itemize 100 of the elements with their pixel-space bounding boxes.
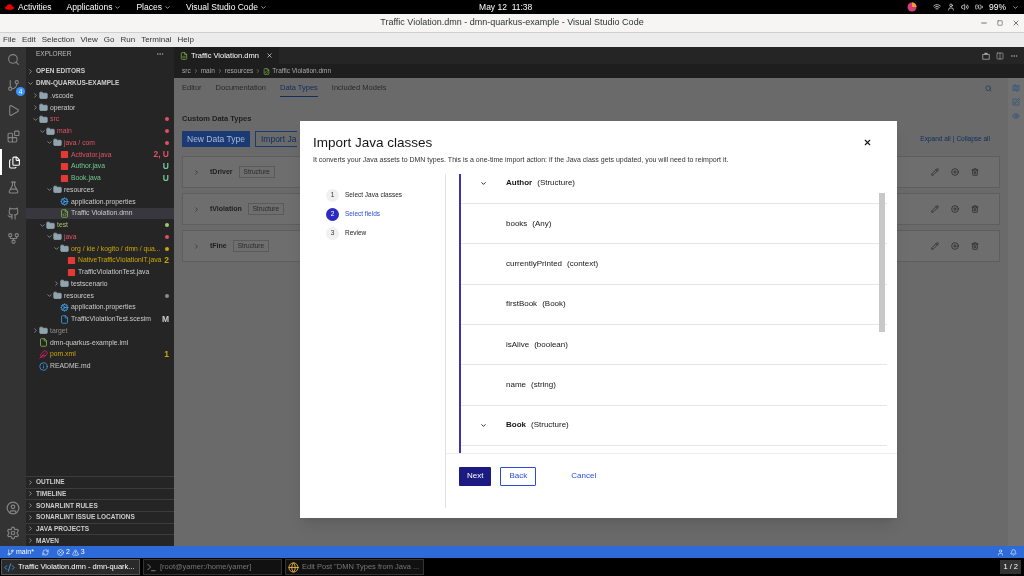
pencil-icon[interactable] xyxy=(931,242,939,251)
menu-item[interactable]: Terminal xyxy=(141,34,172,46)
more-icon[interactable] xyxy=(156,50,164,58)
folder-icon xyxy=(60,279,69,289)
back-button[interactable]: Back xyxy=(500,466,537,486)
menu-item[interactable]: File xyxy=(3,34,16,46)
folder-icon xyxy=(39,114,48,124)
git-status: M xyxy=(161,314,169,324)
caret-icon xyxy=(1012,3,1019,11)
top-menu[interactable]: Applications xyxy=(66,0,122,14)
file-code-icon xyxy=(180,51,188,60)
files-icon xyxy=(7,155,21,169)
field-row[interactable]: Book (Structure) xyxy=(461,405,887,446)
chevron-icon xyxy=(255,68,262,74)
folder-icon xyxy=(39,326,48,336)
plus-icon[interactable] xyxy=(951,242,959,251)
chevron-icon xyxy=(192,68,199,74)
gear-icon xyxy=(60,197,69,207)
menu-item[interactable]: View xyxy=(80,34,98,46)
file-code-icon xyxy=(263,67,271,75)
pencil-icon[interactable] xyxy=(931,168,939,177)
fork-icon xyxy=(6,232,20,246)
dialog-title: Import Java classes xyxy=(313,134,433,152)
feather-icon xyxy=(39,349,48,359)
top-menu[interactable]: Visual Studio Code xyxy=(185,0,268,14)
plus-icon[interactable] xyxy=(951,205,959,214)
git-status: 2 xyxy=(164,256,169,265)
battery-icon xyxy=(975,3,983,11)
trash-icon[interactable] xyxy=(971,205,979,214)
top-menu[interactable]: Places xyxy=(136,0,171,14)
close-icon[interactable] xyxy=(863,138,872,147)
gear-icon xyxy=(60,302,69,312)
close-icon[interactable] xyxy=(265,52,273,59)
file-icon xyxy=(39,338,48,348)
globe-icon xyxy=(288,561,299,573)
git-status: U xyxy=(162,173,169,183)
play-icon xyxy=(6,104,20,118)
cancel-button[interactable]: Cancel xyxy=(563,466,605,486)
menu-item[interactable]: Go xyxy=(103,34,115,46)
chevron-icon xyxy=(480,421,487,429)
error-icon xyxy=(56,548,64,556)
account-icon[interactable] xyxy=(6,501,20,515)
edit-icon[interactable] xyxy=(1012,98,1020,106)
chevron-icon xyxy=(216,68,223,74)
battery-level: 99% xyxy=(989,0,1006,14)
minimize-icon[interactable] xyxy=(980,19,988,27)
app-indicator-icon xyxy=(907,2,917,12)
trash-icon[interactable] xyxy=(971,242,979,251)
map-icon[interactable] xyxy=(1012,84,1020,92)
menu-item[interactable]: Help xyxy=(177,34,194,46)
folder-icon xyxy=(39,91,48,101)
activities-button[interactable]: Activities xyxy=(18,0,52,14)
warning-icon xyxy=(71,548,79,556)
eye-icon[interactable] xyxy=(1012,112,1020,120)
folder-icon xyxy=(60,244,69,254)
search-icon xyxy=(6,53,20,67)
sync-icon[interactable] xyxy=(41,548,49,556)
folder-icon xyxy=(53,291,62,301)
wifi-icon xyxy=(933,3,941,11)
preview-icon[interactable] xyxy=(982,51,990,60)
next-button[interactable]: Next xyxy=(459,466,492,486)
maximize-icon[interactable] xyxy=(997,20,1003,26)
folder-icon xyxy=(53,138,62,148)
git-status: 1 xyxy=(164,350,169,359)
field-row[interactable]: name (string) xyxy=(461,365,887,406)
new-data-type-button[interactable]: New Data Type xyxy=(182,131,250,148)
folder-icon xyxy=(53,185,62,195)
caret-icon xyxy=(163,3,171,11)
pencil-icon[interactable] xyxy=(931,205,939,214)
folder-icon xyxy=(46,220,55,230)
blocks-icon xyxy=(6,130,20,144)
chevron-icon xyxy=(193,242,200,250)
split-icon[interactable] xyxy=(996,51,1004,60)
code-icon xyxy=(4,561,15,573)
branch-icon xyxy=(7,548,14,556)
chevron-icon xyxy=(193,168,200,176)
branch-icon xyxy=(6,78,20,92)
menu-item[interactable]: Selection xyxy=(41,34,75,46)
menu-item[interactable]: Edit xyxy=(21,34,36,46)
file-code-icon xyxy=(60,208,69,218)
caret-icon xyxy=(260,3,268,11)
caret-icon xyxy=(114,3,122,11)
trash-icon[interactable] xyxy=(971,168,979,177)
flask-icon xyxy=(6,181,20,195)
settings-icon[interactable] xyxy=(6,526,20,540)
scrollbar[interactable] xyxy=(879,192,885,332)
folder-icon xyxy=(39,103,48,113)
folder-icon xyxy=(46,126,55,136)
bell-icon[interactable] xyxy=(1010,548,1017,556)
person-icon[interactable] xyxy=(997,548,1004,556)
chevron-icon xyxy=(480,179,487,187)
file-icon xyxy=(60,314,69,324)
window-title: Traffic Violation.dmn - dmn-quarkus-example - Visual Studio Code xyxy=(380,16,644,30)
hat-icon xyxy=(5,4,14,10)
clock[interactable]: May 12 11:38 xyxy=(479,0,533,14)
plus-icon[interactable] xyxy=(951,168,959,177)
search-icon[interactable] xyxy=(985,84,992,92)
menu-item[interactable]: Run xyxy=(120,34,136,46)
volume-icon xyxy=(961,3,969,11)
chevron-icon xyxy=(193,205,200,213)
